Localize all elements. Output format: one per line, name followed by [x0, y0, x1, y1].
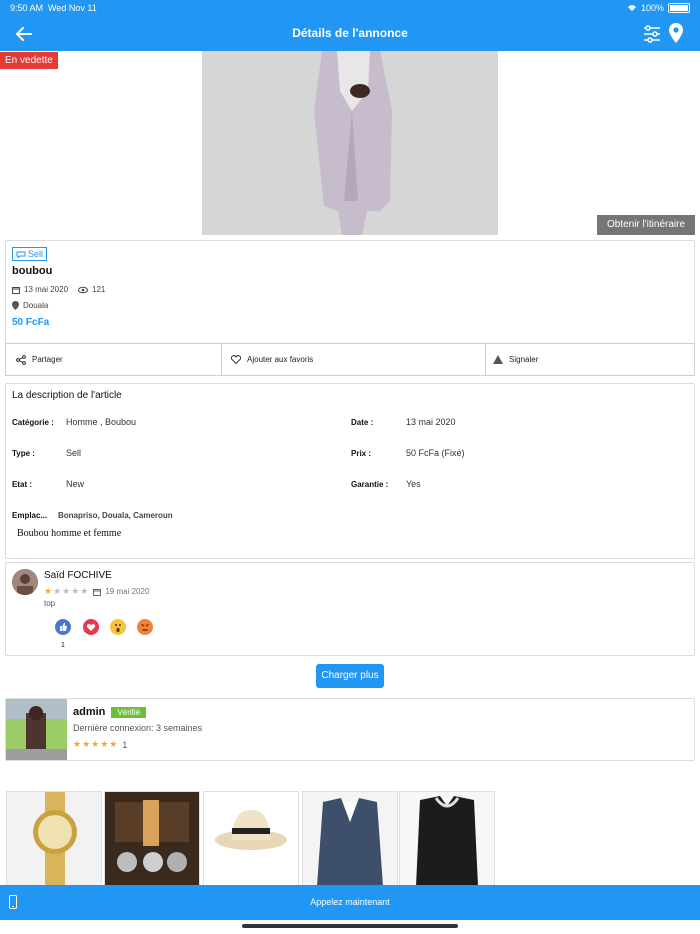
description-card: La description de l'article Catégorie : …: [5, 383, 695, 559]
map-pin-icon[interactable]: [668, 22, 684, 44]
sell-tag: Sell: [12, 247, 48, 261]
angry-reaction-icon[interactable]: [137, 619, 153, 635]
status-bar: 9:50 AM Wed Nov 11 100%: [0, 0, 700, 16]
review-rating: ★★★★★: [44, 586, 90, 596]
seller-avatar[interactable]: [6, 699, 67, 760]
eye-icon: [78, 286, 89, 293]
review-card: Saïd FOCHIVE ★★★★★ 19 mai 2020 top 1: [5, 562, 695, 656]
featured-badge: En vedette: [0, 52, 58, 69]
suit-jacket-image: [303, 792, 397, 886]
love-reaction-icon[interactable]: [83, 619, 99, 635]
actions-bar: Partager Ajouter aux favoris Signaler: [5, 343, 695, 376]
reviewer-avatar[interactable]: [12, 569, 38, 595]
related-item-suit-jacket[interactable]: [302, 791, 398, 887]
boubou-image: [202, 51, 498, 235]
listing-views: 121: [92, 285, 106, 294]
favorite-label: Ajouter aux favoris: [247, 355, 314, 364]
megaphone-icon: [16, 251, 26, 258]
seller-header: admin Vérifié: [73, 706, 147, 718]
home-indicator[interactable]: [242, 924, 458, 928]
sliders-icon[interactable]: [642, 24, 662, 44]
listing-date: 13 mai 2020: [24, 285, 69, 294]
watch-image: [7, 792, 101, 886]
seller-name[interactable]: admin: [73, 706, 105, 718]
watches-case-image: [105, 792, 199, 886]
calendar-icon: [12, 286, 20, 294]
date-value: 13 mai 2020: [406, 417, 456, 427]
share-icon: [16, 354, 26, 365]
heart-icon: [231, 355, 241, 364]
share-label: Partager: [32, 355, 63, 364]
report-button[interactable]: Signaler: [493, 344, 538, 375]
warning-icon: [493, 355, 503, 364]
listing-photo[interactable]: [202, 51, 498, 235]
battery-percent: 100%: [640, 3, 664, 13]
seller-rating: ★★★★★ 1: [73, 739, 127, 750]
listing-meta: 13 mai 2020 121: [12, 285, 105, 294]
calendar-icon: [93, 588, 102, 596]
battery-icon: [668, 3, 690, 13]
related-item-watch[interactable]: [6, 791, 102, 887]
description-text: Boubou homme et femme: [17, 528, 122, 539]
call-now-label: Appelez maintenant: [310, 897, 390, 907]
wow-reaction-icon[interactable]: [110, 619, 126, 635]
type-value: Sell: [66, 448, 82, 458]
get-directions-button[interactable]: Obtenir l'itinéraire: [597, 215, 695, 235]
wifi-icon: [627, 5, 636, 11]
listing-location-text: Douala: [23, 301, 49, 310]
listing-photo-area: [0, 51, 700, 237]
seller-stars: ★★★★★: [73, 739, 119, 749]
verified-badge: Vérifié: [111, 706, 147, 718]
add-favorite-button[interactable]: Ajouter aux favoris: [231, 344, 313, 375]
app-bar: Détails de l'annonce: [0, 16, 700, 51]
review-meta: ★★★★★ 19 mai 2020: [44, 586, 149, 597]
related-item-watches-case[interactable]: [104, 791, 200, 887]
listing-location: Douala: [12, 301, 48, 310]
like-reaction-icon[interactable]: [55, 619, 71, 635]
warranty-label: Garantie :: [351, 480, 389, 489]
location-icon: [12, 301, 19, 310]
divider: [485, 344, 486, 375]
page-title: Détails de l'annonce: [292, 26, 408, 40]
report-label: Signaler: [509, 355, 539, 364]
divider: [221, 344, 222, 375]
black-jacket-image: [400, 792, 494, 886]
location-label: Emplac...: [12, 511, 48, 520]
review-comment: top: [44, 599, 56, 608]
type-label: Type :: [12, 449, 35, 458]
seller-rating-count: 1: [122, 739, 128, 750]
like-count: 1: [61, 642, 65, 649]
reviewer-name: Saïd FOCHIVE: [44, 570, 112, 581]
status-right: 100%: [627, 3, 690, 13]
condition-label: Etat :: [12, 480, 32, 489]
price-value: 50 FcFa (Fixé): [406, 448, 465, 458]
load-more-button[interactable]: Charger plus: [316, 664, 384, 688]
seller-last-seen: Dernière connexion: 3 semaines: [73, 723, 203, 733]
seller-card: admin Vérifié Dernière connexion: 3 sema…: [5, 698, 695, 761]
review-date: 19 mai 2020: [105, 587, 150, 596]
status-time: 9:50 AM Wed Nov 11: [10, 3, 97, 13]
listing-price: 50 FcFa: [12, 317, 50, 328]
category-label: Catégorie :: [12, 418, 54, 427]
price-label: Prix :: [351, 449, 372, 458]
warranty-value: Yes: [406, 479, 421, 489]
related-item-hat[interactable]: [203, 791, 299, 887]
listing-title: boubou: [12, 265, 53, 277]
listing-info-card: Sell boubou 13 mai 2020 121 Douala 50 Fc…: [5, 240, 695, 345]
share-button[interactable]: Partager: [16, 344, 63, 375]
date-label: Date :: [351, 418, 374, 427]
location-value: Bonapriso, Douala, Cameroun: [58, 511, 173, 520]
related-item-black-jacket[interactable]: [399, 791, 495, 887]
category-value: Homme , Boubou: [66, 417, 137, 427]
hat-image: [204, 792, 298, 886]
call-now-bar[interactable]: Appelez maintenant: [0, 885, 700, 920]
sell-tag-label: Sell: [28, 249, 44, 259]
description-title: La description de l'article: [12, 390, 122, 401]
condition-value: New: [66, 479, 85, 489]
